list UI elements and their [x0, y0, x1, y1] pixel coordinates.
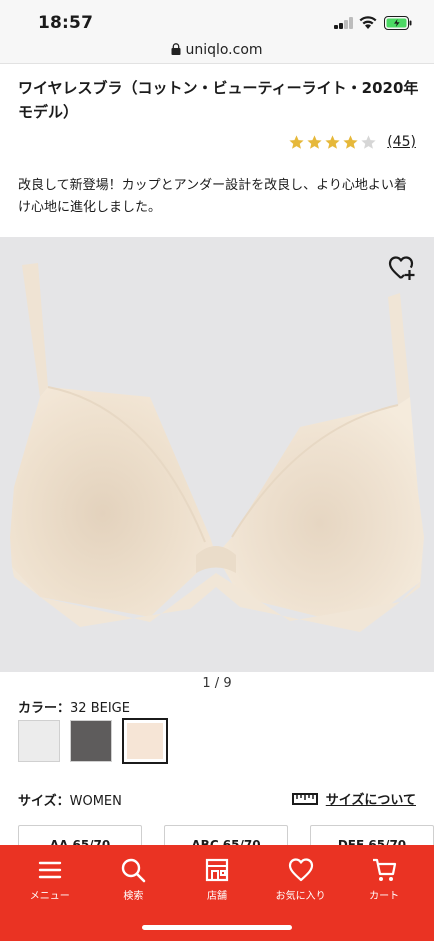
status-bar: 18:57: [0, 0, 434, 40]
color-swatch-dark-gray[interactable]: [70, 720, 112, 762]
size-label-title: サイズ：: [18, 794, 70, 809]
add-to-wishlist-icon[interactable]: [388, 255, 416, 281]
color-swatches: [18, 718, 168, 764]
status-time: 18:57: [38, 13, 94, 33]
nav-store[interactable]: 店舗: [181, 857, 253, 902]
star-filled-icon: [343, 134, 358, 149]
nav-favorites[interactable]: お気に入り: [265, 857, 337, 902]
selected-color-value: 32 BEIGE: [70, 701, 130, 716]
product-title: ワイヤレスブラ（コットン・ビューティーライト・2020年モデル）: [18, 79, 419, 121]
lock-icon: [171, 43, 181, 55]
menu-icon: [38, 861, 61, 879]
star-empty-icon: [361, 134, 376, 149]
nav-cart-label: カート: [369, 891, 400, 902]
nav-menu-label: メニュー: [29, 891, 70, 902]
size-guide-link[interactable]: サイズについて: [291, 789, 416, 808]
battery-icon: [384, 16, 412, 30]
color-swatch-beige[interactable]: [122, 718, 168, 764]
ruler-icon: [291, 792, 318, 805]
color-label: カラー：32 BEIGE: [18, 697, 130, 716]
size-label: サイズ：WOMEN: [18, 790, 122, 809]
search-icon: [122, 858, 146, 883]
size-guide-label: サイズについて: [325, 793, 416, 808]
review-count-link[interactable]: (45): [387, 134, 416, 150]
color-swatch-white[interactable]: [18, 720, 60, 762]
product-image[interactable]: [0, 237, 434, 672]
nav-search-label: 検索: [123, 891, 144, 902]
nav-favorites-label: お気に入り: [275, 891, 326, 902]
product-rating[interactable]: (45): [288, 131, 416, 153]
star-filled-icon: [325, 134, 340, 149]
cart-icon: [373, 858, 397, 881]
bottom-navigation: メニュー 検索 店舗 お気に入り カート: [0, 845, 434, 941]
selected-size-value: WOMEN: [69, 794, 122, 809]
nav-search[interactable]: 検索: [97, 857, 169, 902]
color-label-title: カラー：: [18, 701, 71, 716]
product-description: 改良して新登場！カップとアンダー設計を改良し、より心地よい着け心地に進化しました…: [18, 178, 407, 215]
rating-stars: [288, 134, 377, 151]
nav-store-label: 店舗: [206, 891, 227, 902]
url-text: uniqlo.com: [185, 42, 263, 58]
star-filled-icon: [289, 134, 304, 149]
heart-icon: [288, 858, 313, 882]
browser-url-bar[interactable]: uniqlo.com: [0, 40, 434, 64]
cellular-signal-icon: [334, 17, 354, 29]
home-indicator: [142, 925, 292, 930]
wifi-icon: [359, 16, 377, 29]
store-icon: [205, 858, 229, 882]
nav-cart[interactable]: カート: [348, 857, 420, 902]
product-photo: [10, 263, 424, 632]
star-filled-icon: [307, 134, 322, 149]
nav-menu[interactable]: メニュー: [14, 857, 86, 902]
image-pager: 1 / 9: [202, 676, 232, 691]
